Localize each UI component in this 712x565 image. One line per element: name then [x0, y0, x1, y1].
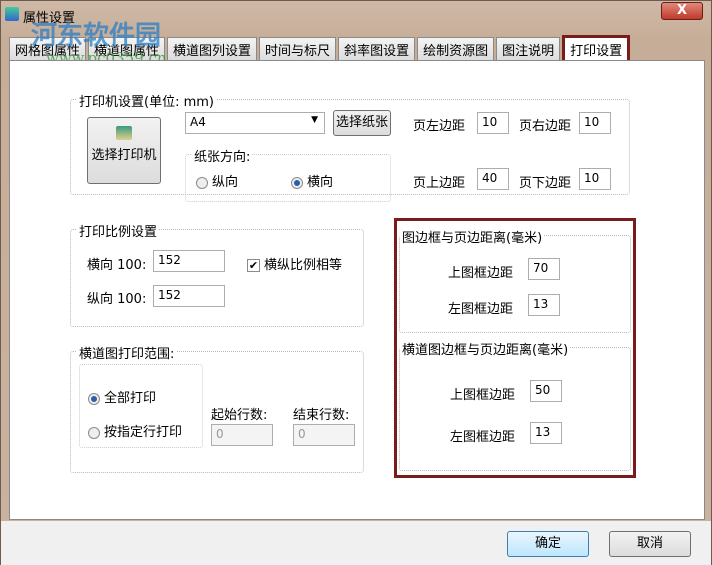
orientation-group: 纸张方向: 纵向 横向	[185, 146, 391, 202]
frame-margins-highlight: 图边框与页边距离(毫米) 上图框边距 70 左图框边距 13 横道图边框与页边距…	[394, 218, 636, 478]
print-all-label: 全部打印	[104, 391, 157, 406]
frame-top-input[interactable]: 70	[528, 258, 560, 280]
gantt-frame-margin-label: 横道图边框与页边距离(毫米)	[400, 339, 571, 358]
landscape-label: 横向	[307, 175, 334, 190]
close-button[interactable]: X	[661, 2, 703, 20]
select-printer-label: 选择打印机	[91, 148, 157, 163]
landscape-radio[interactable]: 横向	[291, 171, 333, 190]
vertical-scale-input[interactable]: 152	[153, 285, 225, 307]
frame-left-label: 左图框边距	[448, 302, 514, 317]
tab-slope[interactable]: 斜率图设置	[338, 37, 416, 60]
radio-icon	[88, 426, 100, 439]
portrait-radio[interactable]: 纵向	[196, 171, 238, 190]
select-printer-button[interactable]: 选择打印机	[87, 117, 161, 184]
tab-legend[interactable]: 图注说明	[496, 37, 561, 60]
horizontal-scale-input[interactable]: 152	[153, 250, 225, 272]
print-specified-radio[interactable]: 按指定行打印	[88, 421, 182, 440]
right-margin-label: 页右边距	[519, 119, 572, 134]
tab-resource[interactable]: 绘制资源图	[417, 37, 495, 60]
print-specified-label: 按指定行打印	[104, 425, 183, 440]
frame-left-input[interactable]: 13	[528, 294, 560, 316]
top-margin-label: 页上边距	[413, 176, 466, 191]
tab-time-ruler[interactable]: 时间与标尺	[259, 37, 337, 60]
bottom-margin-label: 页下边距	[519, 176, 572, 191]
gantt-frame-left-input[interactable]: 13	[530, 422, 562, 444]
printer-group-label: 打印机设置(单位: mm)	[77, 91, 216, 110]
left-margin-label: 页左边距	[413, 119, 466, 134]
app-icon	[5, 7, 19, 21]
end-row-label: 结束行数:	[293, 408, 350, 423]
radio-icon	[196, 176, 208, 189]
range-options: 全部打印 按指定行打印	[79, 364, 203, 448]
gantt-frame-top-label: 上图框边距	[450, 388, 516, 403]
frame-margin-group: 图边框与页边距离(毫米) 上图框边距 70 左图框边距 13	[399, 227, 631, 333]
gantt-frame-top-input[interactable]: 50	[530, 380, 562, 402]
watermark-logo: 河东软件园	[31, 21, 162, 51]
printer-icon	[116, 126, 132, 140]
bottom-margin-input[interactable]: 10	[579, 168, 611, 190]
scale-group: 打印比例设置 横向 100: 152 ✔ 横纵比例相等 纵向 100: 152	[70, 221, 364, 327]
vertical-scale-label: 纵向 100:	[87, 292, 147, 307]
top-margin-input[interactable]: 40	[477, 168, 509, 190]
left-margin-input[interactable]: 10	[477, 112, 509, 134]
gantt-frame-margin-group: 横道图边框与页边距离(毫米) 上图框边距 50 左图框边距 13	[399, 339, 631, 471]
end-row-input[interactable]: 0	[293, 424, 355, 446]
tab-gantt-columns[interactable]: 横道图列设置	[167, 37, 258, 60]
equal-scale-checkbox[interactable]: ✔ 横纵比例相等	[247, 254, 342, 273]
start-row-input[interactable]: 0	[211, 424, 273, 446]
print-range-group: 横道图打印范围: 全部打印 按指定行打印 起始行数: 0 结束行数: 0	[70, 343, 364, 473]
print-settings-panel: 打印机设置(单位: mm) 选择打印机 A4 ▼ 选择纸张 纸张方向: 纵向 横向…	[9, 60, 705, 520]
checkmark-icon: ✔	[247, 259, 260, 272]
radio-selected-icon	[88, 392, 100, 405]
cancel-button[interactable]: 取消	[609, 531, 691, 557]
paper-size-select[interactable]: A4 ▼	[185, 112, 325, 134]
scale-group-label: 打印比例设置	[77, 221, 160, 240]
horizontal-scale-label: 横向 100:	[87, 258, 147, 273]
orientation-label: 纸张方向:	[192, 146, 253, 165]
tab-print-settings[interactable]: 打印设置	[562, 35, 631, 60]
chevron-down-icon: ▼	[311, 115, 318, 125]
right-margin-input[interactable]: 10	[579, 112, 611, 134]
portrait-label: 纵向	[212, 175, 239, 190]
equal-scale-label: 横纵比例相等	[264, 258, 343, 273]
print-range-label: 横道图打印范围:	[77, 343, 177, 362]
frame-top-label: 上图框边距	[448, 266, 514, 281]
select-paper-button[interactable]: 选择纸张	[333, 110, 391, 136]
start-row-label: 起始行数:	[211, 408, 268, 423]
print-all-radio[interactable]: 全部打印	[88, 387, 156, 406]
ok-button[interactable]: 确定	[507, 531, 589, 557]
printer-group: 打印机设置(单位: mm) 选择打印机 A4 ▼ 选择纸张 纸张方向: 纵向 横向…	[70, 91, 630, 202]
radio-selected-icon	[291, 176, 303, 189]
dialog-footer: 确定 取消	[1, 521, 711, 565]
gantt-frame-left-label: 左图框边距	[450, 430, 516, 445]
dialog-window: 属性设置 X 网格图属性 横道图属性 横道图列设置 时间与标尺 斜率图设置 绘制…	[0, 0, 712, 565]
paper-size-value: A4	[190, 115, 206, 129]
frame-margin-label: 图边框与页边距离(毫米)	[400, 227, 545, 246]
